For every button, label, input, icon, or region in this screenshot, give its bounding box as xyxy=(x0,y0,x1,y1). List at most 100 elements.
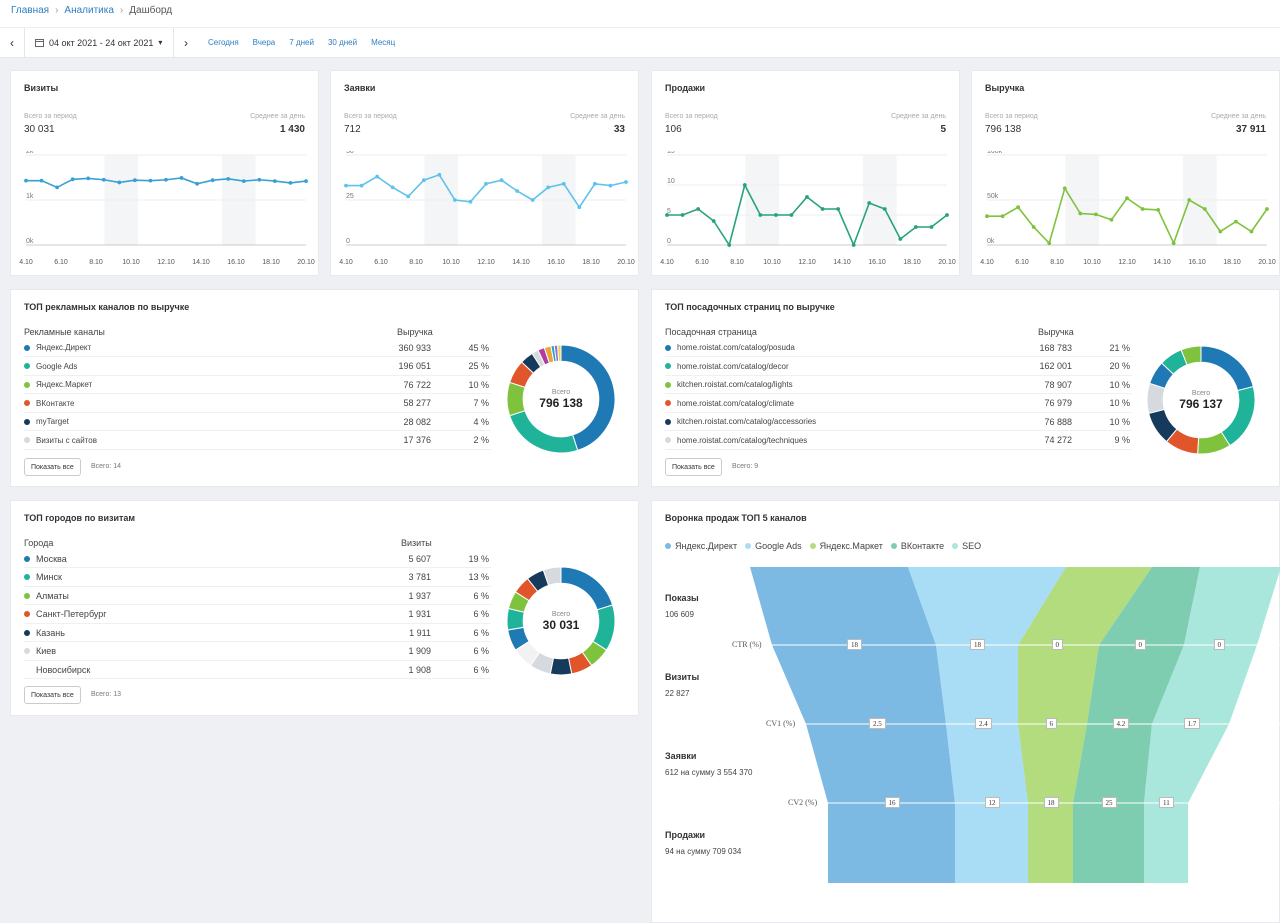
rate-value: 0 xyxy=(1213,639,1225,650)
data-point xyxy=(577,205,582,210)
row-value: 196 051 xyxy=(398,361,431,371)
funnel-stage-value: 94 на сумму 709 034 xyxy=(665,847,742,856)
series-color-dot xyxy=(24,666,30,673)
kpi-title: Заявки xyxy=(344,83,376,93)
data-point xyxy=(867,201,872,205)
data-point xyxy=(1218,229,1223,234)
y-tick-label: 0k xyxy=(987,238,995,245)
data-point xyxy=(148,178,153,183)
x-tick-label: 6.10 xyxy=(1015,259,1029,266)
data-point xyxy=(1016,205,1021,210)
row-percent: 21 % xyxy=(1109,342,1130,353)
series-color-dot xyxy=(24,574,30,580)
table-row: Яндекс.Директ 360 933 45 % xyxy=(24,339,491,357)
data-point xyxy=(70,177,75,182)
preset-month[interactable]: Месяц xyxy=(371,38,395,47)
row-value: 78 907 xyxy=(1044,379,1072,390)
total-count: Всего: 13 xyxy=(91,691,122,698)
data-point xyxy=(452,198,457,202)
donut-center: Всего 796 138 xyxy=(507,345,615,453)
data-point xyxy=(515,189,520,193)
kpi-avg-label: Среднее за день xyxy=(250,113,305,120)
row-value: 76 722 xyxy=(403,379,431,390)
kpi-avg-value: 33 xyxy=(613,124,625,135)
x-tick-label: 8.10 xyxy=(89,259,103,266)
data-point xyxy=(484,181,488,186)
data-point xyxy=(55,185,60,190)
data-point xyxy=(195,181,200,186)
card-title: ТОП рекламных каналов по выручке xyxy=(24,302,190,312)
x-tick-label: 16.10 xyxy=(1188,259,1206,266)
kpi-title: Продажи xyxy=(665,83,705,93)
rate-value: 1.7 xyxy=(1183,718,1201,729)
preset-yesterday[interactable]: Вчера xyxy=(253,38,276,47)
chevron-down-icon: ▾ xyxy=(158,38,163,47)
breadcrumb-home-link[interactable]: Главная xyxy=(11,5,49,16)
data-point xyxy=(468,199,473,204)
column-header-name: Посадочная страница xyxy=(665,327,757,337)
kpi-card-sales: Продажи Всего за период Среднее за день 106… xyxy=(651,70,960,276)
breadcrumb: Главная › Аналитика › Дашборд xyxy=(11,5,172,16)
table-row: Алматы 1 937 6 % xyxy=(24,587,491,605)
series-color-dot xyxy=(24,437,30,443)
donut-wrap: Всего 30 031 xyxy=(506,566,616,676)
series-color-dot xyxy=(665,437,671,443)
funnel-stage-value: 612 на сумму 3 554 370 xyxy=(665,768,753,777)
x-tick-label: 14.10 xyxy=(833,259,851,266)
row-percent: 6 % xyxy=(473,664,489,675)
preset-today[interactable]: Сегодня xyxy=(208,38,239,47)
data-point xyxy=(1265,207,1269,211)
show-all-button[interactable]: Показать все xyxy=(24,458,81,476)
data-point xyxy=(39,178,44,183)
prev-period-button[interactable]: ‹ xyxy=(0,36,24,50)
table-row: Яндекс.Маркет 76 722 10 % xyxy=(24,376,491,394)
row-value: 1 909 xyxy=(408,646,431,656)
row-percent: 25 % xyxy=(468,361,489,371)
kpi-card-visits: Визиты Всего за период Среднее за день 30 0… xyxy=(10,70,319,276)
row-value: 17 376 xyxy=(403,435,431,445)
preset-30-days[interactable]: 30 дней xyxy=(328,38,357,47)
row-value: 1 937 xyxy=(408,590,431,601)
kpi-line-chart: 2k 1k 0k 4.10 6.10 8.10 10.10 12.10 14.10 16.10 18… xyxy=(19,151,315,266)
series-color-dot xyxy=(24,400,30,406)
data-point xyxy=(773,213,778,217)
next-period-button[interactable]: › xyxy=(174,36,198,50)
data-point xyxy=(421,178,426,183)
kpi-card-revenue: Выручка Всего за период Среднее за день 796… xyxy=(971,70,1280,276)
x-tick-label: 14.10 xyxy=(1153,259,1171,266)
funnel-stage-label: Показы xyxy=(665,593,699,603)
x-tick-label: 10.10 xyxy=(442,259,460,266)
date-range-picker[interactable]: 04 окт 2021 - 24 окт 2021 ▾ xyxy=(24,27,174,58)
kpi-avg-label: Среднее за день xyxy=(891,113,946,120)
calendar-icon xyxy=(35,39,44,47)
data-point xyxy=(898,237,903,241)
channels-card: ТОП рекламных каналов по выручке Рекламны… xyxy=(10,289,639,487)
x-tick-label: 14.10 xyxy=(192,259,210,266)
table-row: home.roistat.com/catalog/climate 76 979 10… xyxy=(665,395,1132,413)
y-tick-label: 0k xyxy=(26,238,34,245)
rate-value: 0 xyxy=(1134,639,1146,650)
landing-pages-card: ТОП посадочных страниц по выручке Посадоч… xyxy=(651,289,1280,487)
x-tick-label: 18.10 xyxy=(582,259,600,266)
x-tick-label: 16.10 xyxy=(227,259,245,266)
series-color-dot xyxy=(24,555,30,562)
x-tick-label: 20.10 xyxy=(617,259,635,266)
rate-label: CTR (%) xyxy=(732,640,762,649)
x-tick-label: 18.10 xyxy=(262,259,280,266)
table-row: Google Ads 196 051 25 % xyxy=(24,358,491,376)
x-tick-label: 8.10 xyxy=(409,259,423,266)
donut-total-label: Всего xyxy=(1191,389,1211,397)
show-all-button[interactable]: Показать все xyxy=(665,458,722,476)
data-point xyxy=(665,213,669,217)
kpi-title: Визиты xyxy=(24,83,59,93)
weekend-band xyxy=(745,155,779,245)
data-point xyxy=(624,180,628,184)
row-value: 76 888 xyxy=(1044,416,1072,427)
table-row: home.roistat.com/catalog/posuda 168 783 21… xyxy=(665,339,1132,357)
show-all-button[interactable]: Показать все xyxy=(24,686,81,704)
x-tick-label: 18.10 xyxy=(1223,259,1241,266)
data-point xyxy=(24,178,28,183)
breadcrumb-analytics-link[interactable]: Аналитика xyxy=(64,5,114,16)
column-header-value: Выручка xyxy=(1038,327,1074,337)
preset-7-days[interactable]: 7 дней xyxy=(289,38,314,47)
